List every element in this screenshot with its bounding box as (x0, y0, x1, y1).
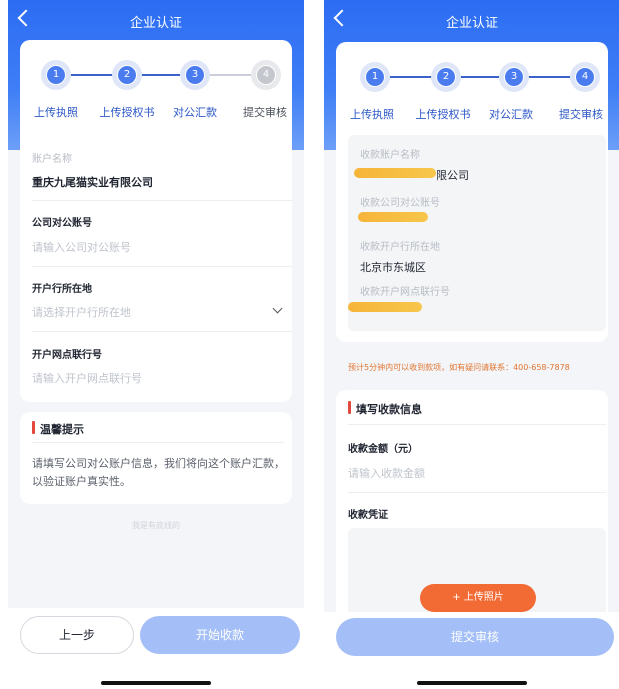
divider (32, 331, 292, 332)
step-3-icon: 3 (499, 62, 529, 92)
step-2-icon: 2 (112, 60, 142, 90)
step-line (68, 74, 113, 76)
step-line (208, 74, 251, 76)
left-screen: 企业认证 1 2 3 4 上传执照 上传授权书 对公汇款 提交审核 账户名称 重… (8, 0, 304, 689)
right-screen: 企业认证 1 2 3 4 上传执照 上传授权书 对公汇款 提交审核 收款账户名称… (324, 0, 619, 689)
divider (348, 424, 606, 425)
bank-location-select[interactable]: 请选择开户行所在地 (32, 304, 131, 320)
upload-photo-button[interactable]: + 上传照片 (420, 584, 536, 612)
divider (32, 442, 284, 443)
stepper: 1 2 3 4 (38, 60, 283, 90)
redaction-mark (354, 168, 436, 178)
step-3-icon: 3 (180, 60, 210, 90)
recv-bank-label: 收款开户行所在地 (360, 242, 440, 253)
step-line (140, 74, 180, 76)
page-title: 企业认证 (129, 16, 182, 31)
step-line (387, 76, 432, 78)
stepper: 1 2 3 4 (357, 62, 602, 92)
step-label: 上传执照 (34, 106, 78, 119)
recv-name-label: 收款账户名称 (360, 150, 420, 161)
divider (32, 200, 292, 201)
account-no-input[interactable]: 请输入公司对公账号 (32, 239, 131, 255)
recv-name-value: 限公司 (436, 169, 469, 182)
tips-text: 请填写公司对公账户信息，我们将向这个账户汇款，以验证账户真实性。 (32, 457, 285, 488)
branch-no-label: 开户网点联行号 (32, 350, 102, 361)
step-line (459, 76, 499, 78)
recv-account-label: 收款公司对公账号 (360, 198, 440, 209)
redaction-mark (348, 302, 422, 312)
divider (348, 492, 606, 493)
footer-hint: 我是有底线的 (132, 521, 180, 530)
step-label: 对公汇款 (489, 108, 533, 121)
tips-title: 温馨提示 (40, 423, 84, 436)
home-indicator (417, 681, 527, 685)
amount-input[interactable]: 请输入收款金额 (348, 465, 425, 481)
fill-title: 填写收款信息 (356, 403, 422, 416)
start-collect-button[interactable]: 开始收款 (140, 616, 300, 654)
recv-branch-label: 收款开户网点联行号 (360, 287, 450, 298)
account-name-value: 重庆九尾猫实业有限公司 (32, 176, 153, 189)
section-bar (348, 401, 351, 414)
step-label: 上传授权书 (415, 108, 471, 121)
bank-location-label: 开户行所在地 (32, 284, 92, 295)
step-label: 上传执照 (350, 108, 394, 121)
account-name-label: 账户名称 (32, 154, 72, 165)
step-label: 对公汇款 (173, 106, 217, 119)
divider (32, 266, 292, 267)
step-line (527, 76, 570, 78)
payment-notice: 预计5分钟内可以收到款项，如有疑问请联系：400-658-7878 (348, 363, 570, 372)
step-label: 提交审核 (243, 106, 287, 119)
tips-bar (32, 421, 35, 434)
step-4-icon: 4 (570, 62, 600, 92)
step-1-icon: 1 (41, 60, 71, 90)
amount-label: 收款金额（元） (348, 444, 418, 455)
redaction-mark (358, 212, 428, 222)
submit-review-button[interactable]: 提交审核 (336, 618, 614, 656)
page-title: 企业认证 (445, 16, 498, 31)
home-indicator (101, 681, 211, 685)
branch-no-input[interactable]: 请输入开户网点联行号 (32, 370, 142, 386)
step-1-icon: 1 (360, 62, 390, 92)
step-label: 提交审核 (559, 108, 603, 121)
account-no-label: 公司对公账号 (32, 218, 92, 229)
voucher-label: 收款凭证 (348, 510, 388, 521)
recv-bank-value: 北京市东城区 (360, 261, 426, 274)
step-2-icon: 2 (431, 62, 461, 92)
prev-button[interactable]: 上一步 (20, 616, 134, 654)
step-label: 上传授权书 (99, 106, 155, 119)
step-4-icon: 4 (251, 60, 281, 90)
